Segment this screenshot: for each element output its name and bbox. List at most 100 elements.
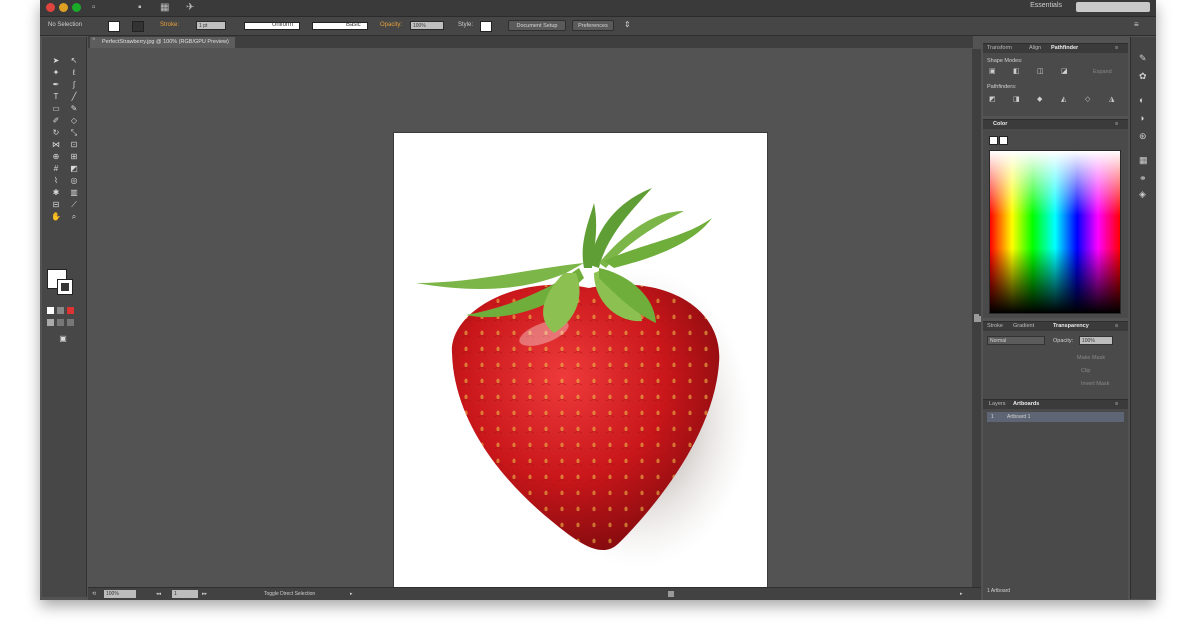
slice-tool-icon[interactable]: ⟋ (65, 199, 83, 211)
draw-behind-button[interactable] (57, 319, 64, 326)
mesh-tool-icon[interactable]: # (47, 163, 65, 175)
swatches-icon[interactable]: ▦ (1139, 155, 1148, 165)
tab-transform[interactable]: Transform (987, 45, 1012, 51)
paintbrush-tool-icon[interactable]: ✎ (65, 103, 83, 115)
document-tab[interactable]: PerfectStrawberry.jpg @ 100% (RGB/GPU Pr… (90, 37, 235, 48)
tab-transparency[interactable]: Transparency (1053, 323, 1089, 329)
exclude-icon[interactable]: ◪ (1061, 68, 1068, 76)
shape-builder-tool-icon[interactable]: ⊕ (47, 151, 65, 163)
status-mode[interactable]: Toggle Direct Selection (264, 591, 315, 597)
eraser-tool-icon[interactable]: ◇ (65, 115, 83, 127)
panel-divider-handle[interactable] (976, 316, 981, 322)
stroke-weight-field[interactable]: 1 pt (196, 21, 226, 30)
bridge-icon[interactable]: ▪ (138, 1, 142, 15)
links-icon[interactable]: ⚭ (1139, 173, 1147, 183)
tab-pathfinder[interactable]: Pathfinder (1051, 45, 1078, 51)
lasso-tool-icon[interactable]: ℓ (65, 67, 83, 79)
blend-tool-icon[interactable]: ◎ (65, 175, 83, 187)
opacity-field[interactable]: 100% (410, 21, 444, 30)
magic-wand-tool-icon[interactable]: ✦ (47, 67, 65, 79)
symbol-sprayer-tool-icon[interactable]: ✱ (47, 187, 65, 199)
tab-artboards[interactable]: Artboards (1013, 401, 1039, 407)
hand-tool-icon[interactable]: ✋ (47, 211, 65, 223)
scale-tool-icon[interactable]: ⤡ (65, 127, 83, 139)
minus-back-icon[interactable]: ◮ (1109, 96, 1114, 104)
line-tool-icon[interactable]: ╱ (65, 91, 83, 103)
transparency-opacity-field[interactable]: 100% (1079, 336, 1113, 345)
zoom-window-button[interactable] (72, 3, 81, 12)
color-stroke-swatch[interactable] (999, 136, 1008, 145)
document-setup-button[interactable]: Document Setup (508, 20, 566, 31)
stroke-swatch[interactable] (132, 21, 144, 32)
intersect-icon[interactable]: ◫ (1037, 68, 1044, 76)
brushes-icon[interactable]: ✎ (1139, 53, 1147, 63)
blend-mode-select[interactable]: Normal (987, 336, 1045, 345)
none-mode-button[interactable] (67, 307, 74, 314)
merge-icon[interactable]: ◆ (1037, 96, 1042, 104)
panel-menu-icon[interactable]: ≡ (1115, 45, 1118, 51)
color-fill-swatch[interactable] (989, 136, 998, 145)
curvature-tool-icon[interactable]: ∫ (65, 79, 83, 91)
make-mask-button[interactable]: Make Mask (1077, 355, 1105, 361)
direct-selection-tool-icon[interactable]: ↖ (65, 55, 83, 67)
artboard-tool-icon[interactable]: ⊟ (47, 199, 65, 211)
zoom-tool-icon[interactable]: ⌕ (65, 211, 83, 223)
close-tab-icon[interactable]: × (92, 37, 96, 43)
stroke-color-box[interactable] (57, 279, 73, 295)
graphic-style-swatch[interactable] (480, 21, 492, 32)
tab-layers[interactable]: Layers (989, 401, 1006, 407)
artboard-number-field[interactable]: 1 (172, 590, 198, 598)
arrange-documents-icon[interactable]: ▦ (160, 1, 169, 15)
draw-normal-button[interactable] (47, 319, 54, 326)
divide-icon[interactable]: ◩ (989, 96, 996, 104)
rotate-view-icon[interactable]: ⟲ (92, 591, 96, 597)
color-mode-button[interactable] (47, 307, 54, 314)
minus-front-icon[interactable]: ◧ (1013, 68, 1020, 76)
horizontal-scroll-thumb[interactable] (668, 591, 674, 597)
column-graph-tool-icon[interactable]: ▥ (65, 187, 83, 199)
crop-icon[interactable]: ◭ (1061, 96, 1066, 104)
status-menu-icon[interactable]: ▸ (350, 591, 353, 597)
trim-icon[interactable]: ◨ (1013, 96, 1020, 104)
expand-button[interactable]: Expand (1093, 69, 1112, 75)
first-artboard-icon[interactable]: ◂◂ (156, 591, 161, 597)
transparency-panel-menu-icon[interactable]: ≡ (1115, 323, 1118, 329)
close-window-button[interactable] (46, 3, 55, 12)
free-transform-tool-icon[interactable]: ⊡ (65, 139, 83, 151)
outline-icon[interactable]: ◇ (1085, 96, 1090, 104)
eyedropper-tool-icon[interactable]: ⌇ (47, 175, 65, 187)
scroll-right-icon[interactable]: ▸ (960, 591, 963, 597)
tab-color[interactable]: Color (993, 121, 1007, 127)
color-spectrum[interactable] (989, 150, 1121, 314)
zoom-level-field[interactable]: 100% (104, 590, 136, 598)
clip-checkbox[interactable]: Clip (1081, 368, 1090, 374)
tab-stroke[interactable]: Stroke (987, 323, 1003, 329)
stroke-label[interactable]: Stroke: (160, 22, 179, 28)
color-panel-menu-icon[interactable]: ≡ (1115, 121, 1118, 127)
gradient-mode-button[interactable] (57, 307, 64, 314)
image-trace-icon[interactable]: ◈ (1139, 189, 1146, 199)
symbols-icon[interactable]: ✿ (1139, 71, 1147, 81)
tab-gradient[interactable]: Gradient (1013, 323, 1034, 329)
fill-swatch[interactable] (108, 21, 120, 32)
tab-align[interactable]: Align (1029, 45, 1041, 51)
appearance-icon[interactable]: ◑ (1139, 113, 1144, 123)
gradient-tool-icon[interactable]: ◩ (65, 163, 83, 175)
artboards-panel-menu-icon[interactable]: ≡ (1115, 401, 1118, 407)
artboard-row[interactable]: 1 Artboard 1 (987, 412, 1124, 422)
canvas-area[interactable] (88, 49, 972, 600)
type-tool-icon[interactable]: T (47, 91, 65, 103)
panel-menu-icon[interactable]: ≡ (1134, 20, 1139, 29)
selection-tool-icon[interactable]: ➤ (47, 55, 65, 67)
color-guide-icon[interactable]: ⊛ (1139, 131, 1147, 141)
arrange-icon[interactable]: ⇕ (624, 20, 631, 29)
blob-brush-tool-icon[interactable]: ✐ (47, 115, 65, 127)
next-artboard-icon[interactable]: ▸▸ (202, 591, 207, 597)
preferences-button[interactable]: Preferences (572, 20, 614, 31)
opacity-label[interactable]: Opacity: (380, 22, 402, 28)
rotate-tool-icon[interactable]: ↻ (47, 127, 65, 139)
sync-icon[interactable]: ✈ (186, 1, 194, 15)
draw-inside-button[interactable] (67, 319, 74, 326)
perspective-grid-tool-icon[interactable]: ⊞ (65, 151, 83, 163)
rectangle-tool-icon[interactable]: ▭ (47, 103, 65, 115)
